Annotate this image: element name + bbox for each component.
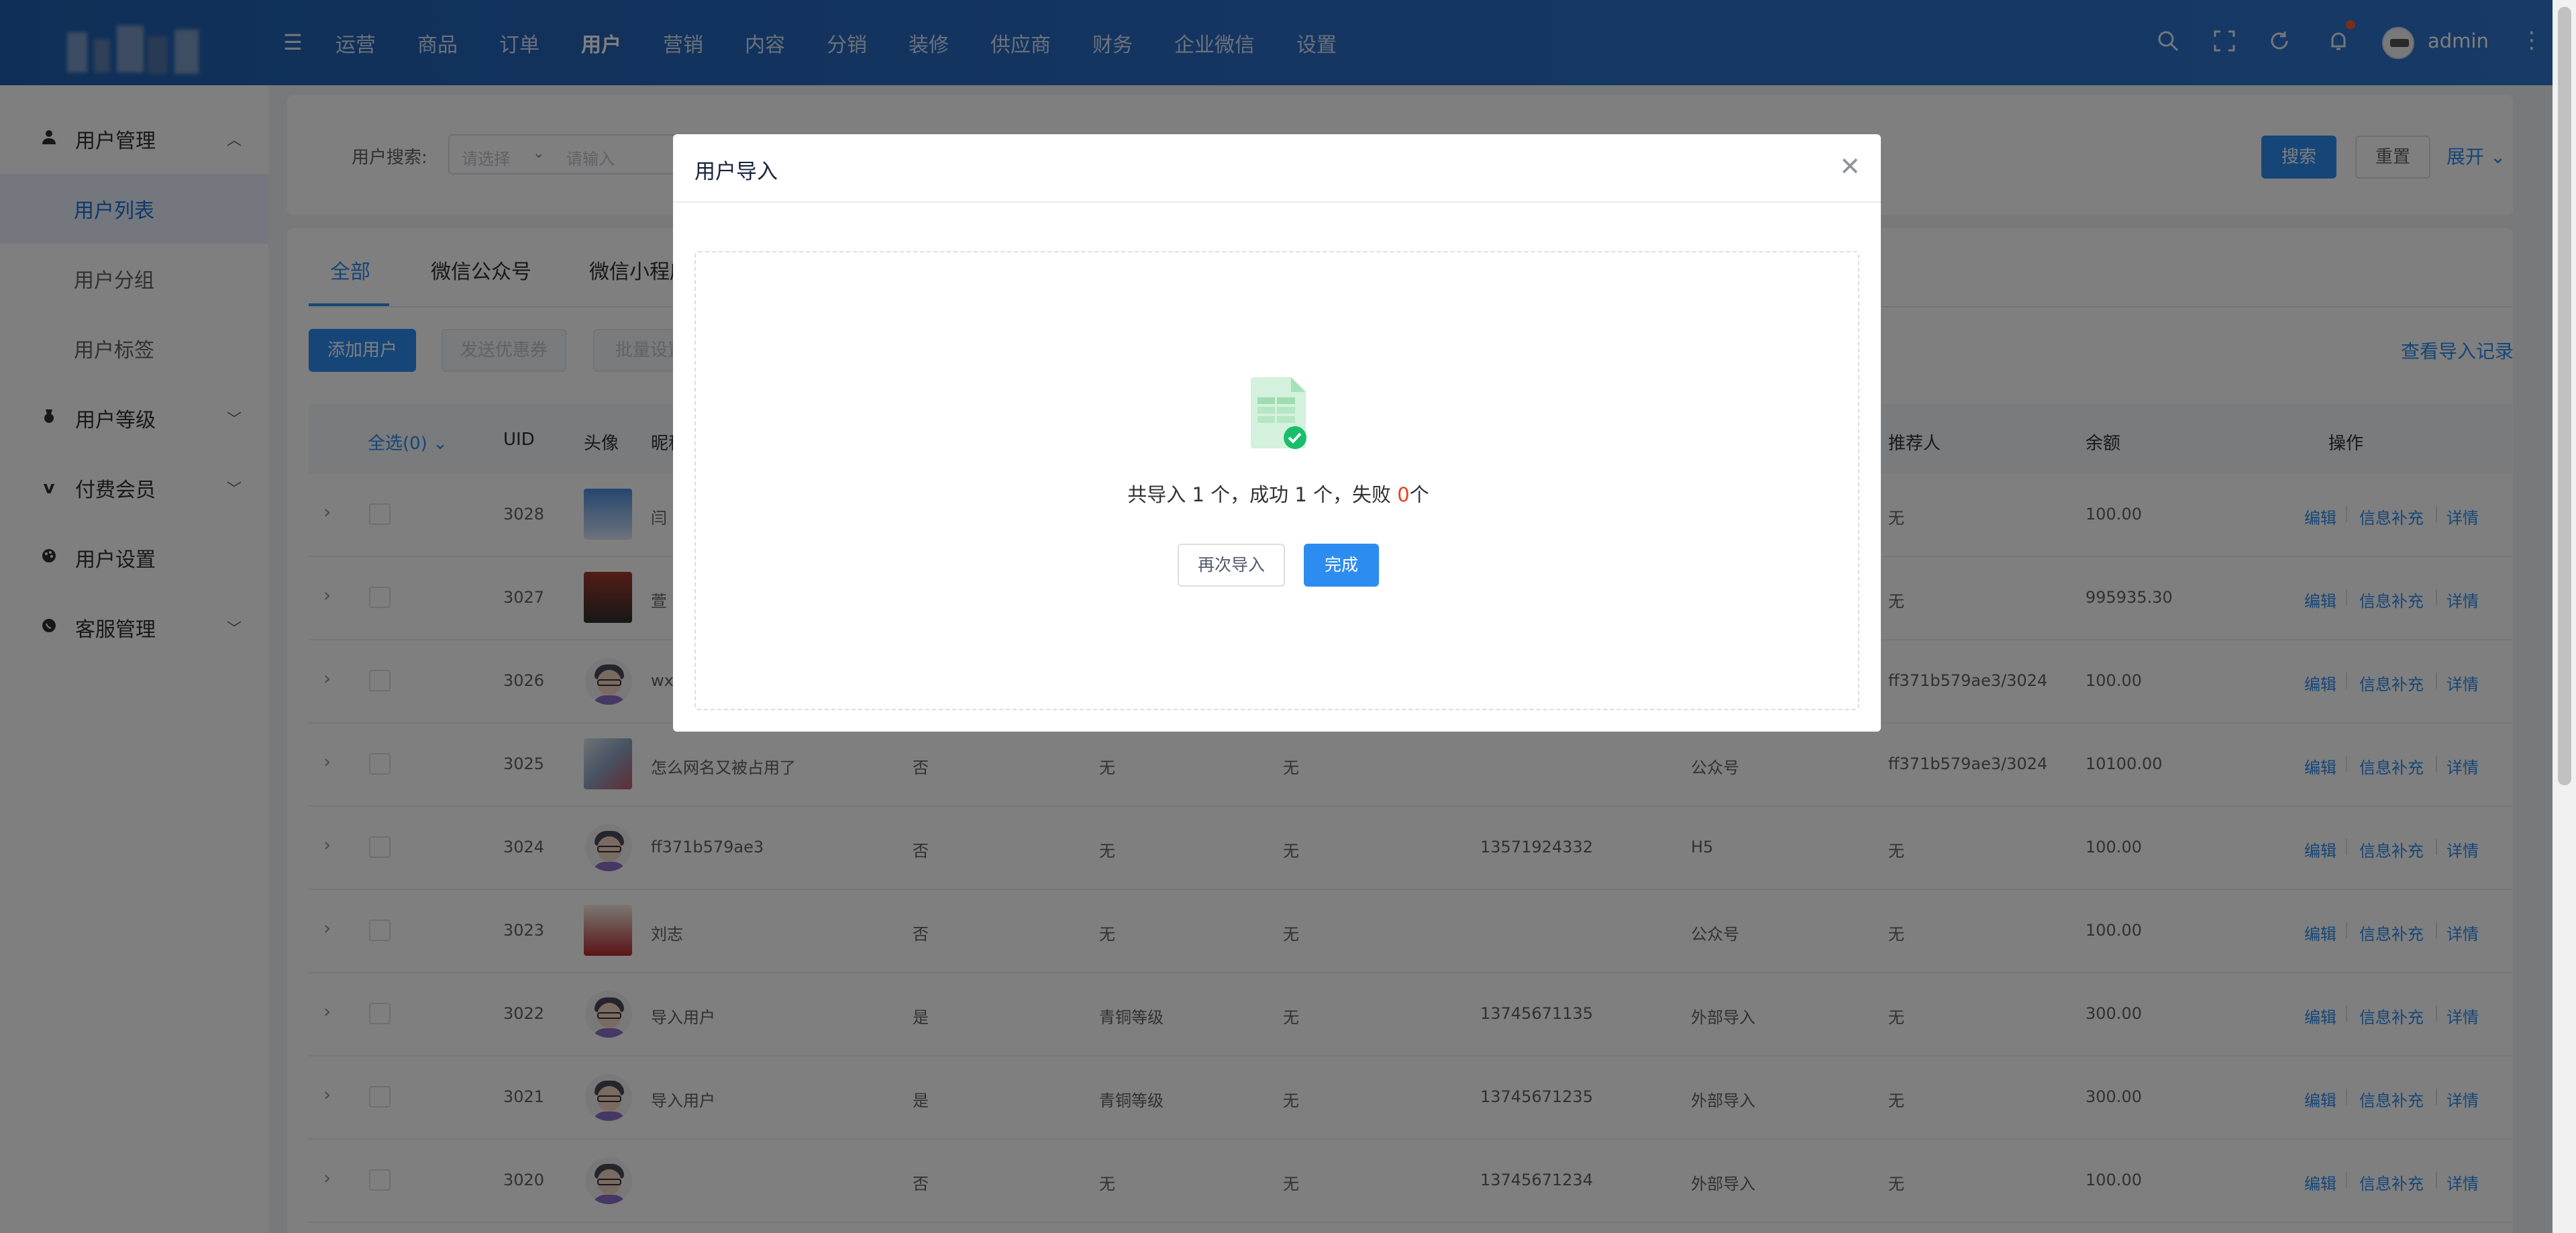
fail-count: 0 (1397, 483, 1410, 506)
spreadsheet-success-icon (1251, 376, 1308, 450)
user-import-dialog: 用户导入 ✕ 共导入 1 个，成功 1 个，失败 0个 再次导入 完成 (673, 134, 1881, 732)
page-scrollbar[interactable] (2553, 0, 2576, 1233)
scrollbar-thumb[interactable] (2558, 7, 2571, 785)
done-button[interactable]: 完成 (1304, 544, 1379, 587)
import-result-area: 共导入 1 个，成功 1 个，失败 0个 再次导入 完成 (694, 251, 1859, 710)
close-icon[interactable]: ✕ (1834, 150, 1866, 183)
result-suffix: 个 (1409, 483, 1429, 506)
dialog-header: 用户导入 ✕ (673, 134, 1881, 203)
dialog-title: 用户导入 (694, 160, 778, 184)
result-prefix: 共导入 1 个，成功 1 个，失败 (1127, 483, 1398, 506)
import-again-button[interactable]: 再次导入 (1178, 544, 1285, 587)
import-result-text: 共导入 1 个，成功 1 个，失败 0个 (696, 479, 1861, 507)
